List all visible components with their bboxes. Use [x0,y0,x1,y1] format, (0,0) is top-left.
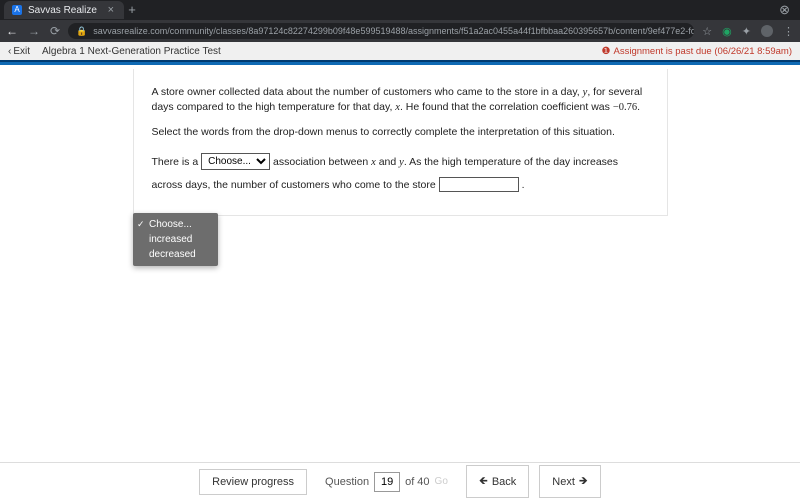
lock-icon: 🔒 [76,26,87,37]
exit-button[interactable]: ‹ Exit [8,46,30,57]
window-close-icon[interactable]: ⊗ [779,2,796,18]
extension-icon[interactable]: ◉ [722,25,732,38]
content-area: A store owner collected data about the n… [0,65,800,462]
trend-select-collapsed[interactable] [439,177,519,192]
trend-option-choose[interactable]: Choose... [133,217,218,232]
review-progress-button[interactable]: Review progress [199,469,307,495]
browser-chrome: A Savvas Realize × + ⊗ ← → ⟳ 🔒 savvasrea… [0,0,800,42]
chevron-left-icon: ‹ [8,46,11,57]
question-prompt-1: A store owner collected data about the n… [152,85,649,115]
question-prompt-2: Select the words from the drop-down menu… [152,125,649,140]
next-button[interactable]: Next 🡺 [539,465,601,498]
nav-back-icon[interactable]: ← [6,24,18,38]
bookmark-icon[interactable]: ☆ [702,25,712,38]
exit-label: Exit [13,46,30,57]
question-card: A store owner collected data about the n… [133,69,668,216]
trend-select-menu: Choose... increased decreased [133,213,218,266]
new-tab-button[interactable]: + [124,2,140,18]
favicon-icon: A [12,5,22,15]
breadcrumb: Algebra 1 Next-Generation Practice Test [42,46,221,57]
nav-reload-icon[interactable]: ⟳ [50,24,60,38]
browser-toolbar: ← → ⟳ 🔒 savvasrealize.com/community/clas… [0,20,800,42]
extensions-menu-icon[interactable]: ✦ [742,25,751,38]
arrow-right-icon: 🡺 [579,472,588,491]
tab-close-icon[interactable]: × [108,4,114,16]
assessment-footer: Review progress Question of 40 Go 🡸 Back… [0,462,800,500]
trend-option-increased[interactable]: increased [133,232,218,247]
kebab-menu-icon[interactable]: ⋮ [783,25,794,38]
fill-in-sentence: There is a Choose... association between… [152,151,649,197]
app-header: ‹ Exit Algebra 1 Next-Generation Practic… [0,42,800,62]
trend-option-decreased[interactable]: decreased [133,247,218,262]
due-text: Assignment is past due (06/26/21 8:59am) [614,46,793,57]
arrow-left-icon: 🡸 [479,472,488,491]
back-button[interactable]: 🡸 Back [466,465,529,498]
profile-avatar[interactable] [761,25,773,37]
go-button[interactable]: Go [435,476,448,487]
question-indicator: Question of 40 Go [317,472,456,492]
association-select[interactable]: Choose... [201,153,270,170]
tab-strip: A Savvas Realize × + ⊗ [0,0,800,20]
question-number-input[interactable] [374,472,400,492]
nav-forward-icon: → [28,24,40,38]
url-text: savvasrealize.com/community/classes/8a97… [93,26,694,36]
past-due-badge: ❶ Assignment is past due (06/26/21 8:59a… [602,46,792,57]
browser-tab[interactable]: A Savvas Realize × [4,1,124,19]
address-bar[interactable]: 🔒 savvasrealize.com/community/classes/8a… [68,23,694,39]
question-label: Question [325,476,369,488]
tab-title: Savvas Realize [28,5,97,16]
warning-icon: ❶ [602,46,611,57]
question-total: of 40 [405,476,429,488]
